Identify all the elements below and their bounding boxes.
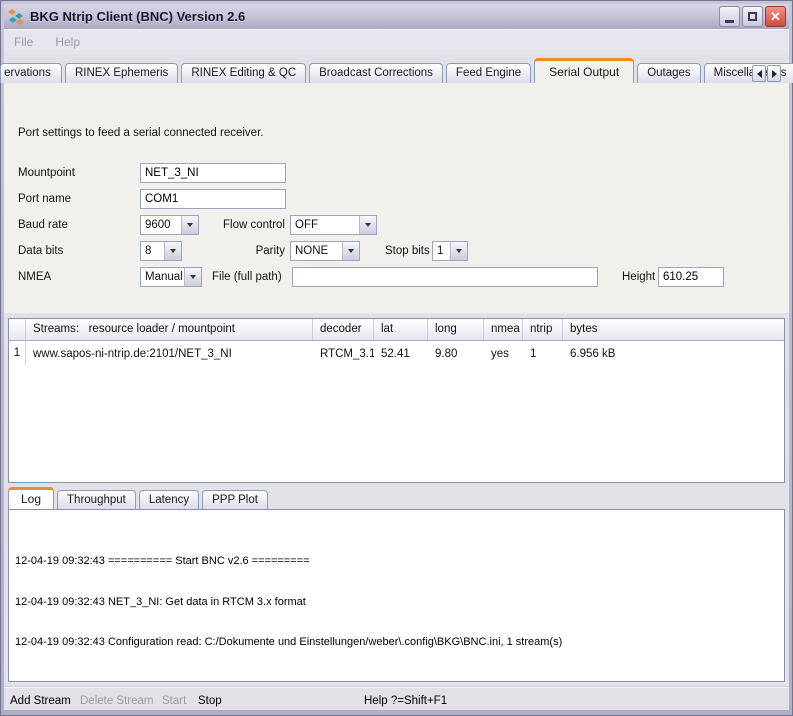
serial-output-page: Port settings to feed a serial connected…	[4, 83, 789, 313]
tab-scroll-left-button[interactable]	[752, 65, 766, 82]
column-header-ntrip: ntrip	[523, 319, 563, 340]
cell-decoder: RTCM_3.1	[313, 348, 374, 360]
port-name-input[interactable]	[140, 189, 286, 209]
tab-throughput[interactable]: Throughput	[57, 490, 136, 509]
streams-table: Streams: resource loader / mountpoint de…	[8, 318, 785, 483]
close-button[interactable]: ✕	[765, 6, 786, 27]
minimize-icon	[725, 20, 734, 23]
tab-broadcast-corrections[interactable]: Broadcast Corrections	[309, 63, 443, 83]
titlebar: BKG Ntrip Client (BNC) Version 2.6 ✕	[4, 4, 789, 30]
cell-mountpoint: www.sapos-ni-ntrip.de:2101/NET_3_NI	[26, 348, 313, 360]
column-header-bytes: bytes	[563, 319, 784, 340]
chevron-left-icon	[757, 70, 762, 78]
flow-control-select[interactable]: OFF	[290, 215, 377, 235]
parity-label: Parity	[160, 241, 285, 261]
tab-scroll-right-button[interactable]	[767, 65, 781, 82]
tab-observations[interactable]: ervations	[0, 63, 62, 83]
tab-rinex-editing-qc[interactable]: RINEX Editing & QC	[181, 63, 306, 83]
footer-bar: Add Stream Delete Stream Start Stop Help…	[4, 691, 789, 710]
height-label: Height	[622, 267, 655, 287]
chevron-down-icon	[359, 216, 376, 234]
page-description: Port settings to feed a serial connected…	[18, 123, 263, 143]
cell-bytes: 6.956 kB	[563, 348, 784, 360]
log-line: 12-04-19 09:32:43 ========== Start BNC v…	[15, 555, 784, 569]
log-panel: 12-04-19 09:32:43 ========== Start BNC v…	[8, 509, 785, 682]
log-line: 12-04-19 09:32:43 Configuration read: C:…	[15, 636, 784, 650]
parity-select[interactable]: NONE	[290, 241, 360, 261]
table-row[interactable]: 1 www.sapos-ni-ntrip.de:2101/NET_3_NI RT…	[9, 341, 784, 366]
mountpoint-input[interactable]	[140, 163, 286, 183]
window-title: BKG Ntrip Client (BNC) Version 2.6	[30, 9, 717, 24]
tab-bar: ervations RINEX Ephemeris RINEX Editing …	[4, 54, 789, 83]
file-path-label: File (full path)	[212, 267, 282, 287]
minimize-button[interactable]	[719, 6, 740, 27]
column-header-decoder: decoder	[313, 319, 374, 340]
start-button[interactable]: Start	[162, 695, 186, 707]
help-shortcut-label: Help ?=Shift+F1	[364, 695, 447, 707]
flow-control-label: Flow control	[160, 215, 285, 235]
nmea-label: NMEA	[18, 267, 51, 287]
app-window: BKG Ntrip Client (BNC) Version 2.6 ✕ Fil…	[0, 0, 793, 716]
nmea-select[interactable]: Manual	[140, 267, 202, 287]
menubar: File Help	[4, 30, 789, 54]
tab-feed-engine[interactable]: Feed Engine	[446, 63, 531, 83]
client-area: ervations RINEX Ephemeris RINEX Editing …	[4, 54, 789, 710]
tab-rinex-ephemeris[interactable]: RINEX Ephemeris	[65, 63, 178, 83]
chevron-right-icon	[772, 70, 777, 78]
column-header-nmea: nmea	[484, 319, 523, 340]
file-path-input[interactable]	[292, 267, 598, 287]
app-icon	[7, 8, 25, 26]
mountpoint-label: Mountpoint	[18, 163, 75, 183]
chevron-down-icon	[184, 268, 201, 286]
add-stream-button[interactable]: Add Stream	[10, 695, 71, 707]
tab-ppp-plot[interactable]: PPP Plot	[202, 490, 268, 509]
tab-serial-output[interactable]: Serial Output	[534, 58, 634, 83]
maximize-button[interactable]	[742, 6, 763, 27]
column-header-rownum	[9, 319, 26, 340]
height-input[interactable]	[658, 267, 724, 287]
menu-help[interactable]: Help	[55, 35, 80, 49]
streams-table-header: Streams: resource loader / mountpoint de…	[9, 319, 784, 341]
tab-latency[interactable]: Latency	[139, 490, 199, 509]
chevron-down-icon	[342, 242, 359, 260]
column-header-lat: lat	[374, 319, 428, 340]
cell-ntrip: 1	[523, 348, 563, 360]
column-header-mountpoint: Streams: resource loader / mountpoint	[26, 319, 313, 340]
log-line: 12-04-19 09:32:43 NET_3_NI: Get data in …	[15, 596, 784, 610]
stop-bits-select[interactable]: 1	[432, 241, 468, 261]
cell-lat: 52.41	[374, 348, 428, 360]
baud-rate-label: Baud rate	[18, 215, 68, 235]
tab-log[interactable]: Log	[8, 487, 54, 509]
chevron-down-icon	[450, 242, 467, 260]
stop-bits-label: Stop bits	[385, 241, 430, 261]
tab-outages[interactable]: Outages	[637, 63, 700, 83]
data-bits-label: Data bits	[18, 241, 63, 261]
column-header-long: long	[428, 319, 484, 340]
delete-stream-button[interactable]: Delete Stream	[80, 695, 154, 707]
row-number: 1	[9, 341, 26, 366]
menu-file[interactable]: File	[14, 35, 33, 49]
cell-long: 9.80	[428, 348, 484, 360]
port-name-label: Port name	[18, 189, 71, 209]
footer-divider	[4, 686, 789, 687]
cell-nmea: yes	[484, 348, 523, 360]
bottom-tab-bar: Log Throughput Latency PPP Plot	[8, 487, 271, 509]
stop-button[interactable]: Stop	[198, 695, 222, 707]
maximize-icon	[748, 12, 757, 21]
